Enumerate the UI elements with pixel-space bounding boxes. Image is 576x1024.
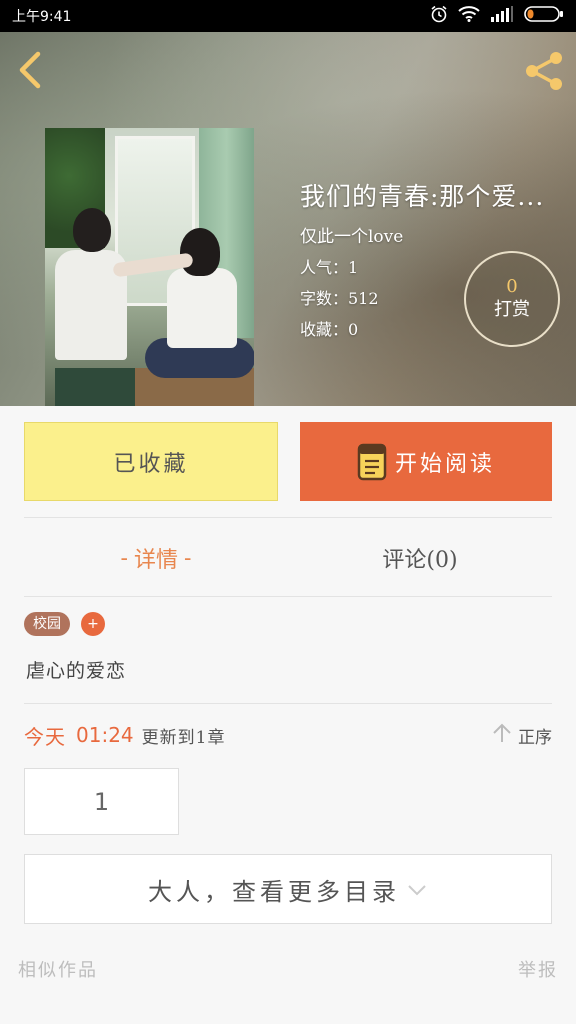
divider (24, 703, 552, 704)
reward-button[interactable]: 0 打赏 (464, 251, 560, 347)
more-catalog-label: 大人，查看更多目录 (148, 877, 400, 906)
start-reading-label: 开始阅读 (394, 451, 495, 477)
divider (24, 517, 552, 518)
update-text: 更新到1章 (141, 727, 226, 748)
similar-works-label: 相似作品 (18, 960, 98, 981)
sort-order-label: 正序 (518, 727, 552, 748)
signal-icon (490, 6, 514, 26)
reward-count: 0 (506, 276, 518, 297)
chapter-item[interactable]: 1 (24, 768, 179, 835)
collected-label: 已收藏 (113, 451, 189, 477)
category-tag[interactable]: 校园 (24, 612, 70, 636)
battery-icon (524, 6, 564, 26)
update-row: 今天 01:24 更新到1章 正序 (24, 716, 552, 754)
chevron-left-icon (14, 51, 48, 94)
add-tag-button[interactable]: + (81, 612, 105, 636)
alarm-icon (430, 5, 448, 27)
book-icon (357, 443, 387, 481)
book-cover[interactable] (45, 128, 254, 406)
book-author: 仅此一个love (300, 227, 404, 247)
book-description: 虐心的爱恋 (26, 660, 127, 682)
reward-label: 打赏 (494, 299, 530, 320)
divider (24, 596, 552, 597)
tab-details[interactable]: - 详情 - (24, 530, 288, 586)
tab-comments-label: 评论(0) (382, 548, 458, 573)
status-bar: 上午9:41 (0, 0, 576, 32)
chevron-down-icon (406, 875, 428, 903)
tab-details-suffix: - (184, 545, 192, 571)
more-catalog-button[interactable]: 大人，查看更多目录 (24, 854, 552, 924)
tab-details-prefix: - (120, 545, 128, 571)
share-button[interactable] (522, 50, 566, 90)
status-time: 上午9:41 (12, 9, 72, 25)
arrow-up-icon (492, 722, 518, 749)
status-icons (430, 5, 564, 27)
book-header: 我们的青春:那个爱... 仅此一个love 人气：1 字数：512 收藏：0 0… (0, 32, 576, 406)
book-title: 我们的青春:那个爱... (300, 182, 545, 211)
tab-comments[interactable]: 评论(0) (288, 530, 552, 586)
back-button[interactable] (14, 50, 48, 90)
collected-button[interactable]: 已收藏 (24, 422, 278, 501)
sort-order-button[interactable]: 正序 (492, 722, 552, 749)
chapter-number: 1 (93, 787, 110, 816)
update-day: 今天 (24, 724, 66, 749)
tab-details-label: 详情 (133, 548, 178, 573)
start-reading-button[interactable]: 开始阅读 (300, 422, 552, 501)
report-button[interactable]: 举报 (518, 956, 558, 982)
wifi-icon (458, 6, 480, 26)
share-icon (522, 52, 566, 94)
update-time: 01:24 (76, 723, 134, 747)
